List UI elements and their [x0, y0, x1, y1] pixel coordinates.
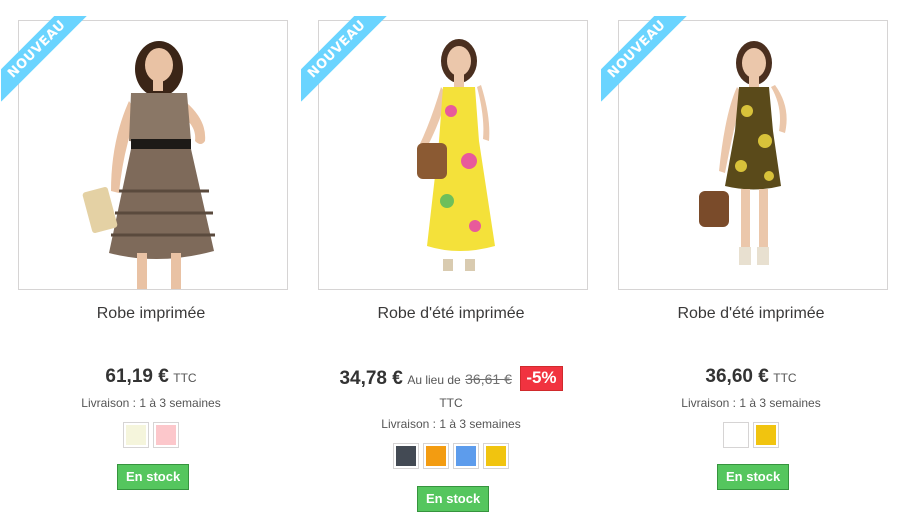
color-swatches [6, 422, 296, 448]
tax-label: TTC [173, 371, 197, 385]
color-swatch-yellow[interactable] [753, 422, 779, 448]
color-swatches [306, 443, 596, 469]
product-price: 61,19 € [105, 366, 169, 387]
in-stock-badge: En stock [717, 464, 790, 490]
discount-badge: -5% [520, 366, 563, 391]
product-name[interactable]: Robe d'été imprimée [606, 305, 896, 323]
new-badge: Nouveau [1, 16, 91, 106]
new-badge: Nouveau [301, 16, 391, 106]
product-name[interactable]: Robe d'été imprimée [306, 305, 596, 323]
product-price: 34,78 € [339, 368, 403, 389]
product-price: 36,60 € [705, 366, 769, 387]
color-swatch-beige[interactable] [123, 422, 149, 448]
color-swatch-orange[interactable] [423, 443, 449, 469]
delivery-info: Livraison : 1 à 3 semaines [381, 417, 521, 431]
new-badge-label: Nouveau [601, 16, 689, 102]
new-badge-label: Nouveau [301, 16, 389, 102]
color-swatch-dark-grey[interactable] [393, 443, 419, 469]
color-swatch-blue[interactable] [453, 443, 479, 469]
color-swatch-white[interactable] [723, 422, 749, 448]
delivery-info: Livraison : 1 à 3 semaines [81, 396, 221, 410]
price-row: 34,78 € Au lieu de 36,61 € -5% [306, 366, 596, 391]
in-stock-badge: En stock [117, 464, 190, 490]
tax-label: TTC [439, 396, 463, 410]
old-price-label: Au lieu de [407, 373, 461, 387]
in-stock-badge: En stock [417, 486, 490, 512]
product-name[interactable]: Robe imprimée [6, 305, 296, 323]
color-swatch-yellow[interactable] [483, 443, 509, 469]
delivery-info: Livraison : 1 à 3 semaines [681, 396, 821, 410]
old-price: 36,61 € [465, 371, 512, 387]
color-swatches [606, 422, 896, 448]
tax-label: TTC [773, 371, 797, 385]
new-badge: Nouveau [601, 16, 691, 106]
color-swatch-pink[interactable] [153, 422, 179, 448]
price-row: 61,19 € TTC [6, 366, 296, 388]
price-row: 36,60 € TTC [606, 366, 896, 388]
new-badge-label: Nouveau [1, 16, 89, 102]
